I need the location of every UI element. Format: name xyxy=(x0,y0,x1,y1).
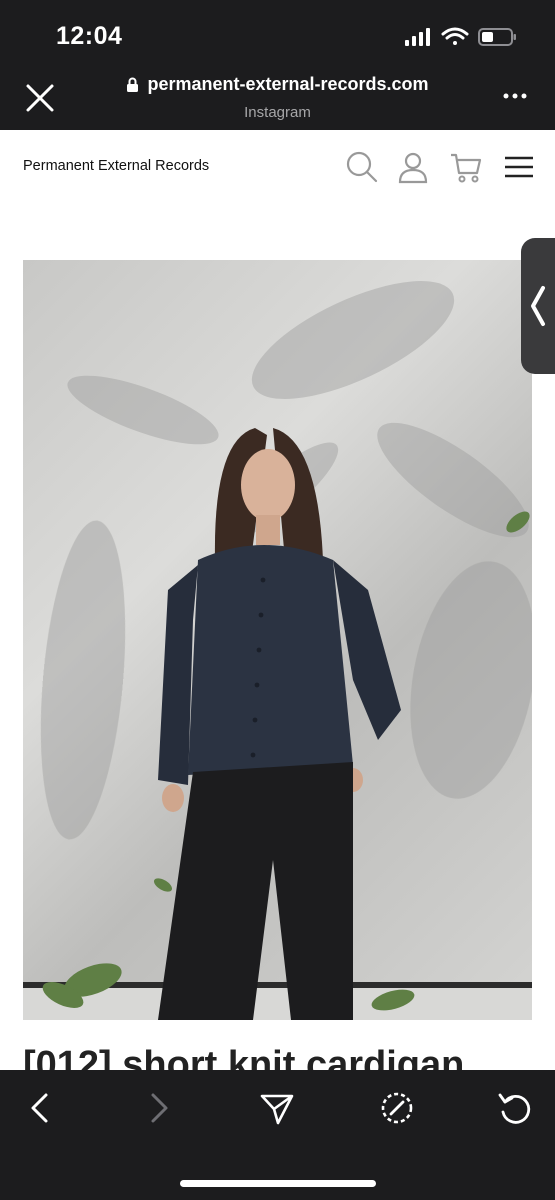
url-text: permanent-external-records.com xyxy=(147,74,429,94)
status-time: 12:04 xyxy=(56,22,123,50)
status-icons xyxy=(405,27,516,46)
signal-icon xyxy=(405,28,430,46)
cart-icon[interactable] xyxy=(449,150,483,184)
bottom-toolbar xyxy=(0,1070,555,1200)
share-icon[interactable] xyxy=(259,1090,295,1126)
status-bar: 12:04 xyxy=(0,0,555,62)
back-icon[interactable] xyxy=(22,1090,58,1126)
reload-icon[interactable] xyxy=(497,1090,533,1126)
search-icon[interactable] xyxy=(345,150,379,184)
more-icon[interactable] xyxy=(503,90,527,102)
wifi-icon xyxy=(441,27,469,45)
side-panel-tab[interactable] xyxy=(521,238,555,374)
compass-icon[interactable] xyxy=(379,1090,415,1126)
product-image[interactable] xyxy=(23,260,532,1020)
forward-icon[interactable] xyxy=(141,1090,177,1126)
home-indicator[interactable] xyxy=(180,1180,376,1187)
brand-logo[interactable]: Permanent External Records xyxy=(23,158,209,174)
lock-icon xyxy=(127,77,139,92)
site-header: Permanent External Records xyxy=(0,130,555,210)
product-photo-illustration xyxy=(23,281,532,1020)
url-source: Instagram xyxy=(244,103,311,121)
account-icon[interactable] xyxy=(396,150,430,184)
browser-bar: permanent-external-records.com Instagram xyxy=(0,62,555,130)
url-area[interactable]: permanent-external-records.com Instagram xyxy=(0,74,555,121)
chevron-left-icon xyxy=(531,286,545,326)
menu-icon[interactable] xyxy=(502,150,536,184)
battery-icon xyxy=(478,28,516,46)
